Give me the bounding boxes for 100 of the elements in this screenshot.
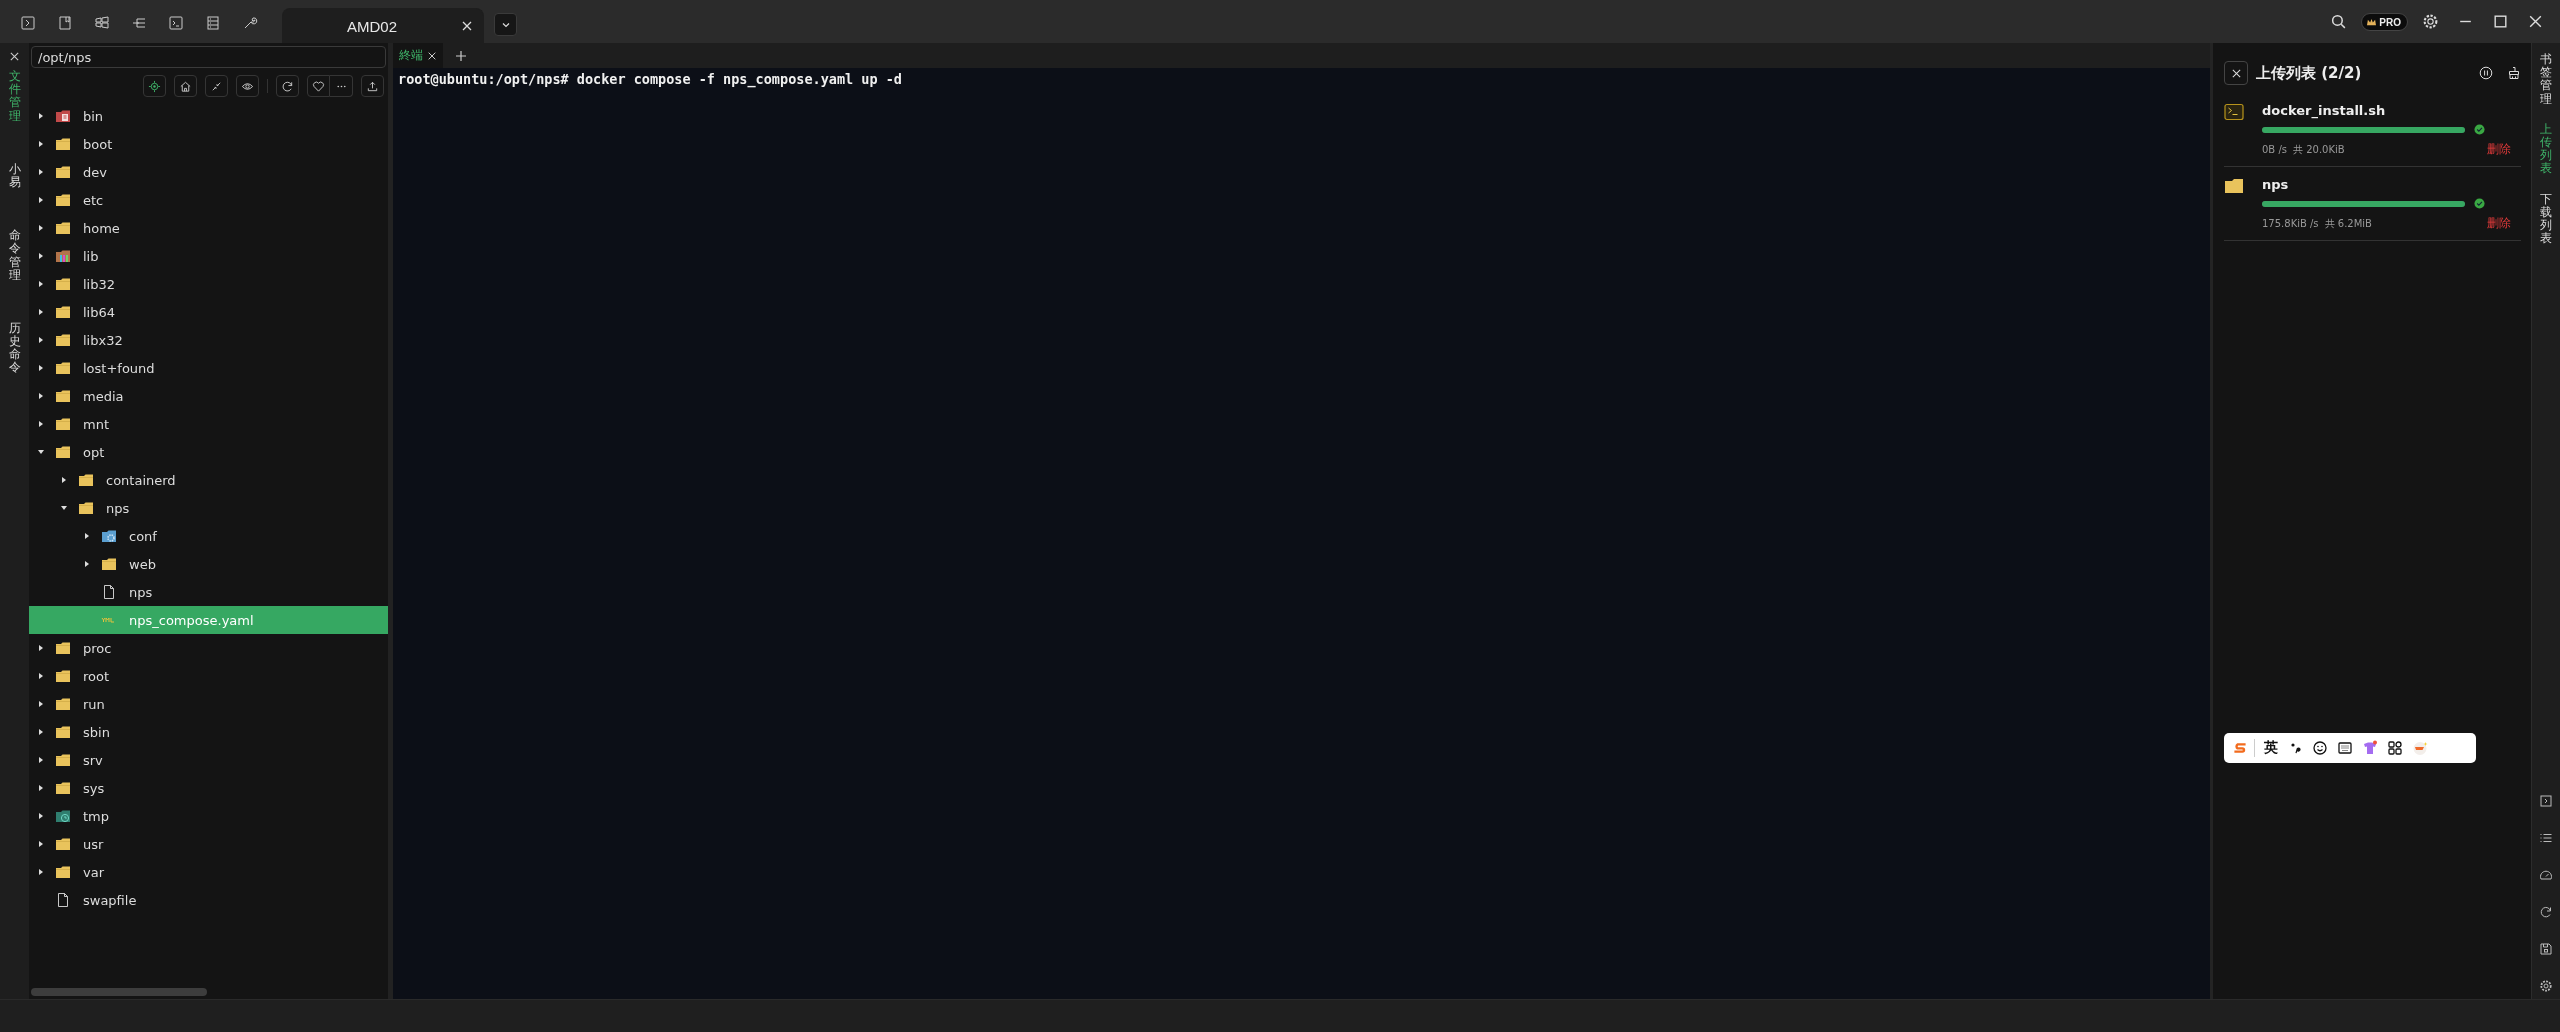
settings-icon[interactable]: [2539, 979, 2553, 993]
expand-arrow-icon[interactable]: [60, 476, 68, 484]
upload-icon[interactable]: [366, 79, 379, 93]
wrench-icon[interactable]: [242, 15, 258, 31]
expand-arrow-icon[interactable]: [37, 224, 45, 232]
expand-arrow-icon[interactable]: [37, 840, 45, 848]
tree-row[interactable]: lib32: [29, 270, 388, 298]
tree-row[interactable]: dev: [29, 158, 388, 186]
refresh-icon[interactable]: [2539, 905, 2553, 919]
tree-row[interactable]: lost+found: [29, 354, 388, 382]
side-tab[interactable]: 小易: [8, 162, 21, 190]
tree-row[interactable]: containerd: [29, 466, 388, 494]
side-tab[interactable]: 上传列表: [2540, 122, 2552, 176]
delete-link[interactable]: 删除: [2487, 141, 2511, 158]
expand-arrow-icon[interactable]: [37, 112, 45, 120]
expand-arrow-icon[interactable]: [37, 644, 45, 652]
tree-row[interactable]: tmp: [29, 802, 388, 830]
tree-row[interactable]: sys: [29, 774, 388, 802]
settings-icon[interactable]: [2422, 13, 2439, 30]
side-tab[interactable]: 历史命令: [8, 321, 21, 375]
tree-row[interactable]: usr: [29, 830, 388, 858]
maximize-icon[interactable]: [2492, 13, 2509, 30]
keyboard-icon[interactable]: [2337, 740, 2353, 756]
expand-arrow-icon[interactable]: [37, 252, 45, 260]
expand-arrow-icon[interactable]: [37, 812, 45, 820]
tree-row[interactable]: proc: [29, 634, 388, 662]
close-icon[interactable]: [2527, 13, 2544, 30]
expand-arrow-icon[interactable]: [37, 784, 45, 792]
tree-row[interactable]: nps: [29, 578, 388, 606]
expand-arrow-icon[interactable]: [37, 336, 45, 344]
expand-arrow-icon[interactable]: [37, 756, 45, 764]
tree-row[interactable]: sbin: [29, 718, 388, 746]
tree-row[interactable]: media: [29, 382, 388, 410]
expand-arrow-icon[interactable]: [37, 672, 45, 680]
locate-button[interactable]: [143, 75, 166, 97]
refresh-button[interactable]: [276, 75, 299, 97]
side-tab[interactable]: 下载列表: [2540, 192, 2552, 246]
close-button[interactable]: [2224, 61, 2248, 85]
mascot-icon[interactable]: [2412, 740, 2428, 756]
s-logo-icon[interactable]: [2232, 740, 2248, 756]
scrollbar-thumb[interactable]: [31, 988, 207, 996]
refresh-icon[interactable]: [281, 79, 294, 93]
tree-row[interactable]: boot: [29, 130, 388, 158]
side-tab[interactable]: 文件管理: [8, 70, 21, 123]
search-icon[interactable]: [2330, 13, 2348, 30]
expand-arrow-icon[interactable]: [37, 308, 45, 316]
tree-row[interactable]: mnt: [29, 410, 388, 438]
tree-row[interactable]: opt: [29, 438, 388, 466]
shirt-icon[interactable]: [2362, 740, 2378, 756]
expand-arrow-icon[interactable]: [37, 448, 45, 456]
session-tab[interactable]: AMD02: [282, 8, 484, 43]
expand-arrow-icon[interactable]: [83, 560, 91, 568]
tree-row[interactable]: conf: [29, 522, 388, 550]
close-icon[interactable]: [461, 20, 473, 32]
side-tab[interactable]: 书签管理: [2540, 53, 2552, 106]
expand-arrow-icon[interactable]: [37, 420, 45, 428]
console-icon[interactable]: [168, 15, 184, 31]
tree-row[interactable]: nps: [29, 494, 388, 522]
upload-button[interactable]: [361, 75, 384, 97]
apps-grid-icon[interactable]: [2387, 740, 2403, 756]
expand-arrow-icon[interactable]: [37, 364, 45, 372]
close-icon[interactable]: [9, 51, 20, 62]
terminal-icon[interactable]: [20, 15, 36, 31]
expand-arrow-icon[interactable]: [60, 504, 68, 512]
expand-arrow-icon[interactable]: [83, 532, 91, 540]
home-button[interactable]: [174, 75, 197, 97]
expand-arrow-icon[interactable]: [37, 728, 45, 736]
expand-arrow-icon[interactable]: [37, 280, 45, 288]
heart-icon[interactable]: [312, 79, 325, 93]
terminal-screen[interactable]: root@ubuntu:/opt/nps# docker compose -f nps_compose.yaml up -d: [393, 68, 2210, 999]
tree-row[interactable]: libx32: [29, 326, 388, 354]
tree-row[interactable]: web: [29, 550, 388, 578]
tree-row[interactable]: srv: [29, 746, 388, 774]
home-icon[interactable]: [179, 79, 192, 93]
expand-arrow-icon[interactable]: [37, 140, 45, 148]
expand-arrow-icon[interactable]: [37, 700, 45, 708]
tree-row[interactable]: etc: [29, 186, 388, 214]
add-tab-icon[interactable]: [455, 49, 467, 62]
pro-badge[interactable]: PRO: [2361, 13, 2408, 31]
show-hidden-button[interactable]: [236, 75, 259, 97]
terminal-tab[interactable]: 終端: [393, 43, 443, 68]
tree-row[interactable]: lib64: [29, 298, 388, 326]
favorite-button[interactable]: [307, 75, 330, 97]
broom-icon[interactable]: [2507, 66, 2521, 80]
document-icon[interactable]: [57, 15, 73, 31]
tree-row[interactable]: bin: [29, 102, 388, 130]
speedometer-icon[interactable]: [2539, 868, 2553, 882]
delete-link[interactable]: 删除: [2487, 215, 2511, 232]
tree-row[interactable]: var: [29, 858, 388, 886]
path-field[interactable]: /opt/nps: [31, 46, 386, 68]
close-icon[interactable]: [2230, 67, 2242, 79]
emoji-icon[interactable]: [2312, 740, 2328, 756]
dropdown-button[interactable]: [494, 13, 517, 36]
side-tab[interactable]: 命令管理: [8, 229, 21, 282]
expand-arrow-icon[interactable]: [37, 868, 45, 876]
expand-arrow-icon[interactable]: [37, 392, 45, 400]
terminal-icon[interactable]: [2539, 794, 2553, 808]
expand-arrow-icon[interactable]: [37, 168, 45, 176]
windows-icon[interactable]: [94, 15, 110, 31]
list-icon[interactable]: [205, 15, 221, 31]
